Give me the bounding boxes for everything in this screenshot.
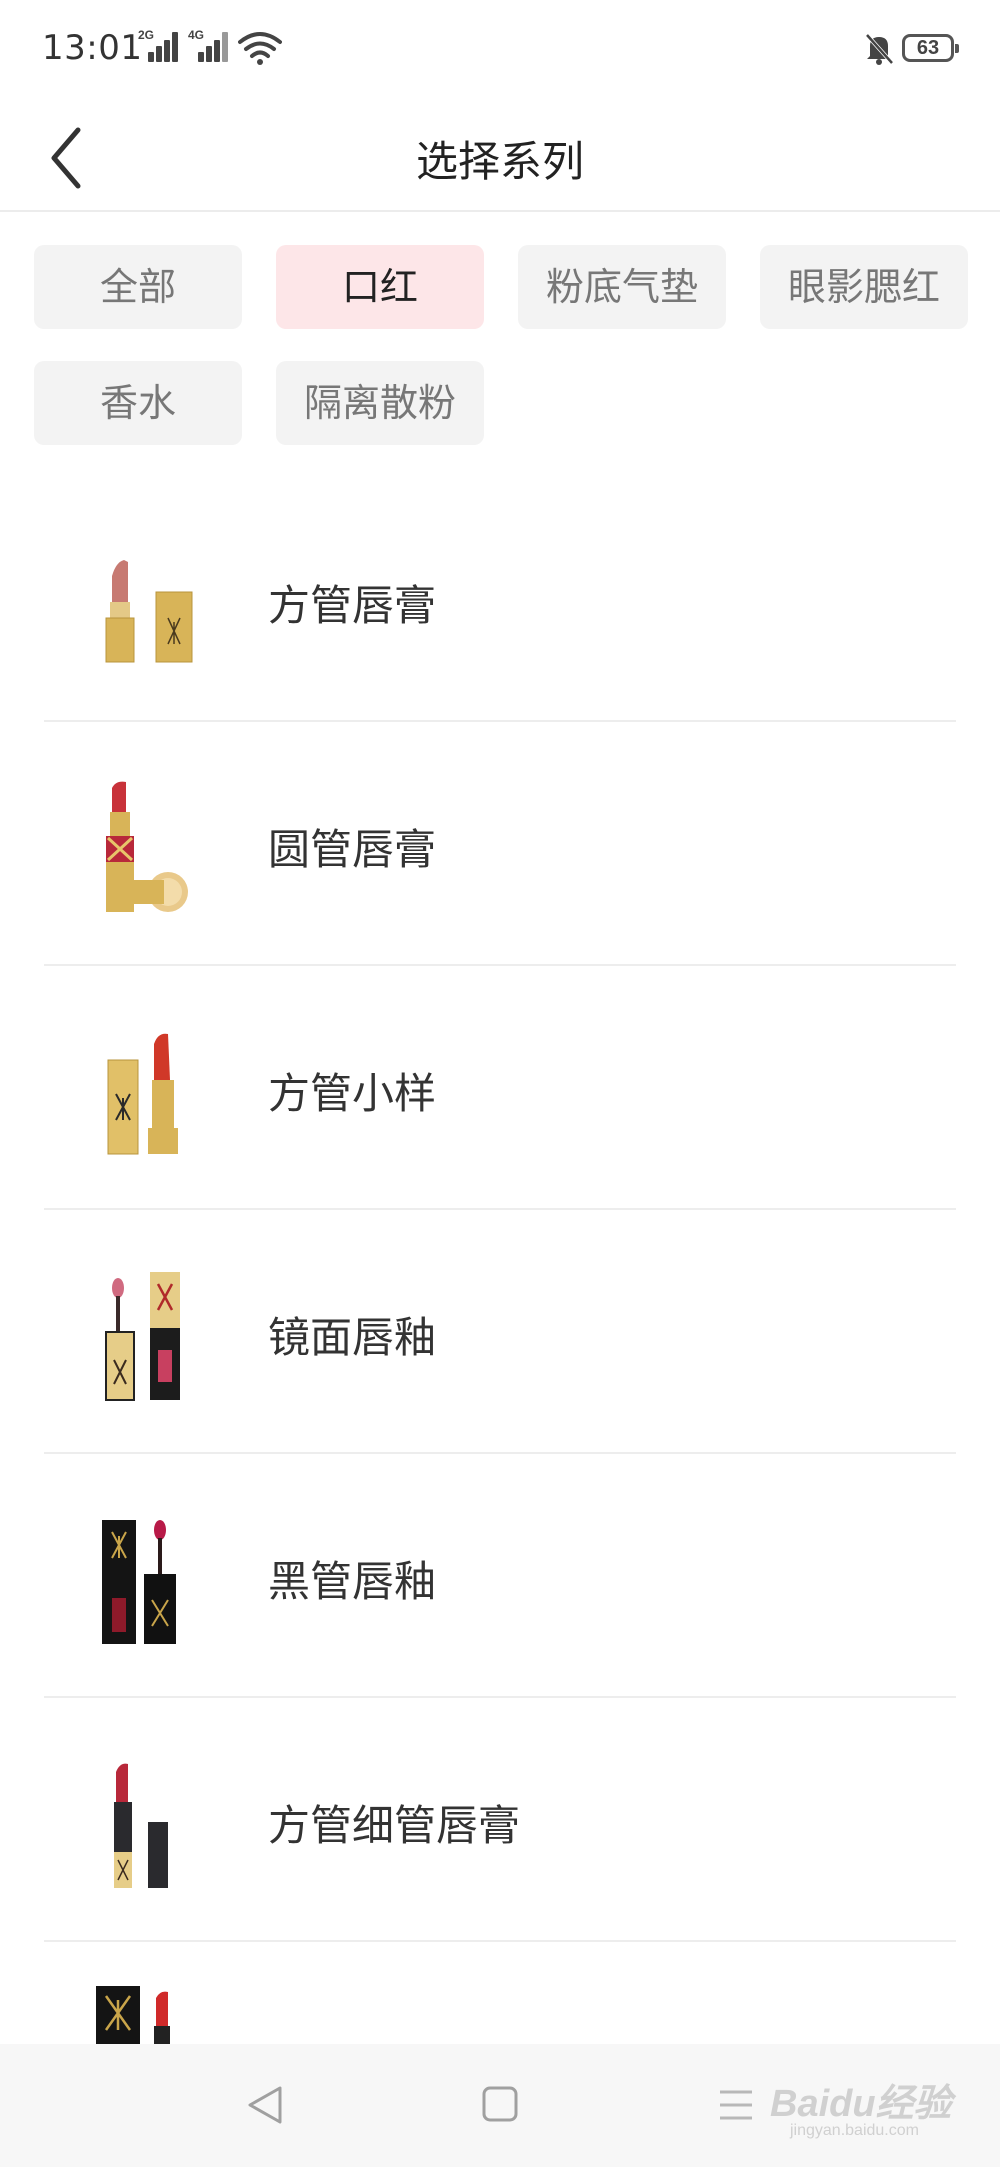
signal-icon-sim2: 4G	[188, 28, 232, 62]
slim-square-lipstick-image	[114, 1763, 168, 1888]
tab-all[interactable]: 全部	[34, 245, 242, 329]
mini-square-lipstick-image	[107, 1033, 178, 1155]
network-type-1: 2G	[138, 28, 155, 42]
square-tube-lipstick-image	[105, 560, 193, 663]
list-item[interactable]: 方管细管唇膏	[44, 1698, 956, 1942]
page-title: 选择系列	[415, 137, 584, 186]
list-item[interactable]: 方管小样	[44, 966, 956, 1210]
item-label: 镜面唇釉	[268, 1313, 437, 1362]
tab-perfume[interactable]: 香水	[34, 361, 242, 445]
nav-menu-icon[interactable]	[706, 2080, 766, 2130]
black-tube-lip-glaze-image	[102, 1520, 176, 1644]
item-label: 方管小样	[268, 1069, 437, 1118]
tab-primer-powder[interactable]: 隔离散粉	[276, 361, 484, 445]
list-item[interactable]: 圆管唇膏	[44, 722, 956, 966]
status-bar: 13:01 2G 4G 63	[0, 0, 1000, 100]
round-tube-lipstick-image	[106, 781, 188, 912]
tab-lipstick[interactable]: 口红	[276, 245, 484, 329]
status-time: 13:01	[42, 28, 143, 68]
battery-indicator: 63	[902, 34, 959, 62]
list-item[interactable]: 方管唇膏	[44, 478, 956, 722]
item-label: 方管唇膏	[268, 581, 437, 630]
glossy-lip-glaze-image	[105, 1272, 180, 1401]
baidu-watermark: Baidu经验	[770, 2083, 952, 2125]
mute-bell-icon	[865, 33, 894, 65]
tab-foundation-cushion[interactable]: 粉底气垫	[518, 245, 726, 329]
header: 选择系列	[0, 100, 1000, 212]
network-type-2: 4G	[188, 28, 205, 42]
list-item[interactable]	[44, 1942, 956, 2044]
black-box-lipstick-image	[96, 1986, 170, 2044]
list-item[interactable]: 镜面唇釉	[44, 1210, 956, 1454]
item-label: 黑管唇釉	[268, 1557, 437, 1606]
list-item[interactable]: 黑管唇釉	[44, 1454, 956, 1698]
item-label: 方管细管唇膏	[268, 1801, 521, 1850]
nav-back-icon[interactable]	[236, 2080, 296, 2130]
baidu-watermark-url: jingyan.baidu.com	[790, 2122, 919, 2139]
tab-eyeshadow-blush[interactable]: 眼影腮红	[760, 245, 968, 329]
nav-home-icon[interactable]	[470, 2080, 530, 2130]
wifi-icon	[238, 32, 282, 65]
item-label: 圆管唇膏	[268, 825, 437, 874]
signal-icon-sim1: 2G	[138, 28, 182, 62]
